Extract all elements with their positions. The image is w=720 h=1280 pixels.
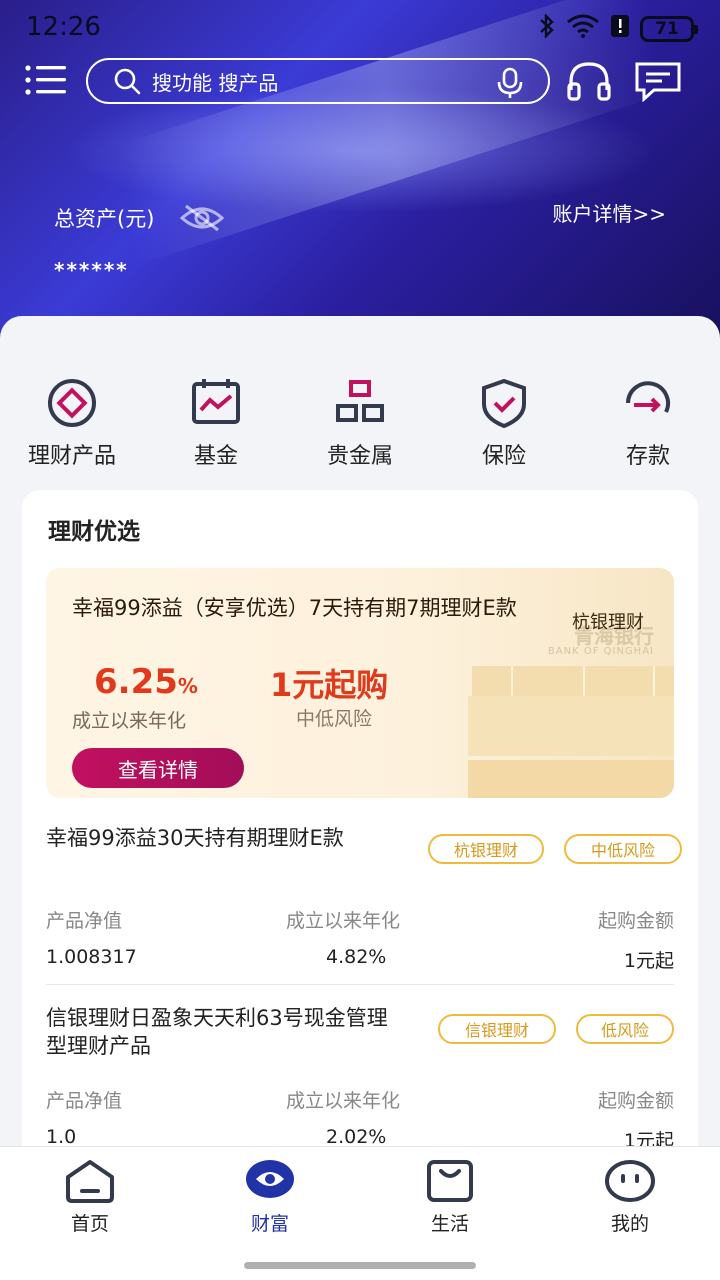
nav-wealth[interactable]: 财富 <box>210 1159 330 1236</box>
product-tag: 杭银理财 <box>428 834 544 864</box>
wealth-product-icon <box>48 379 96 427</box>
view-details-button[interactable]: 查看详情 <box>72 748 244 788</box>
search-placeholder: 搜功能 搜产品 <box>152 70 279 95</box>
product-item[interactable]: 幸福99添益30天持有期理财E款 杭银理财 中低风险 产品净值 成立以来年化 起… <box>46 824 682 994</box>
product-tag: 信银理财 <box>438 1014 556 1044</box>
top-bar: 搜功能 搜产品 <box>0 56 720 106</box>
nav-label: 我的 <box>610 1213 649 1235</box>
wealth-icon <box>246 1160 294 1198</box>
search-icon <box>114 68 141 95</box>
quick-link-deposit[interactable]: 存款 <box>576 378 720 478</box>
nav-label: 生活 <box>430 1213 469 1235</box>
column-head: 成立以来年化 <box>286 910 401 932</box>
assets-value: ****** <box>54 258 129 282</box>
wealth-picks-card: 理财优选 幸福99添益（安享优选）7天持有期7期理财E款 青海银行 BANK O… <box>22 490 698 1190</box>
nav-home[interactable]: 首页 <box>30 1159 150 1236</box>
life-bag-icon <box>427 1160 473 1202</box>
quick-link-wealth-product[interactable]: 理财产品 <box>0 378 144 478</box>
bank-watermark-sub: BANK OF QINGHAI <box>547 646 654 657</box>
total-assets-label: 总资产(元) <box>54 207 155 231</box>
microphone-icon[interactable] <box>496 67 524 99</box>
home-indicator[interactable] <box>244 1262 476 1269</box>
home-icon <box>66 1160 114 1203</box>
product-title: 幸福99添益30天持有期理财E款 <box>46 826 344 850</box>
nav-label: 首页 <box>70 1213 109 1235</box>
product-tag: 低风险 <box>576 1014 674 1044</box>
status-bar: 12:26 71 <box>0 0 720 56</box>
quick-link-precious-metal[interactable]: 贵金属 <box>288 378 432 478</box>
column-head: 起购金额 <box>597 1090 674 1112</box>
product-tag: 中低风险 <box>564 834 682 864</box>
wifi-icon <box>566 14 600 44</box>
alert-icon <box>610 14 630 44</box>
featured-risk: 中低风险 <box>296 708 373 730</box>
quick-link-label: 贵金属 <box>326 444 393 469</box>
featured-min-buy: 1元起购 <box>270 666 389 704</box>
wealth-sheet: 理财产品 基金 贵金属 保险 存款 理财优选 幸福99添益（安享优选）7天持有期… <box>0 316 720 1190</box>
total-assets: 总资产(元) <box>54 202 225 234</box>
quick-link-insurance[interactable]: 保险 <box>432 378 576 478</box>
fund-icon <box>192 379 240 424</box>
featured-product-name: 幸福99添益（安享优选）7天持有期7期理财E款 <box>72 596 517 620</box>
column-head: 成立以来年化 <box>286 1090 401 1112</box>
divider <box>46 984 674 985</box>
column-head: 产品净值 <box>46 1090 123 1112</box>
quick-link-label: 理财产品 <box>27 444 116 469</box>
bottom-navigation: 首页 财富 生活 我的 <box>0 1146 720 1280</box>
section-title: 理财优选 <box>48 519 140 545</box>
status-icons: 71 <box>538 13 698 44</box>
headset-icon[interactable] <box>566 60 612 102</box>
product-nav-value: 1.008317 <box>46 946 137 968</box>
quick-link-label: 存款 <box>625 444 670 469</box>
nav-life[interactable]: 生活 <box>390 1159 510 1236</box>
quick-link-fund[interactable]: 基金 <box>144 378 288 478</box>
message-icon[interactable] <box>634 60 682 102</box>
bluetooth-icon <box>538 13 556 44</box>
status-time: 12:26 <box>26 12 101 42</box>
product-title: 信银理财日盈象天天利63号现金管理型理财产品 <box>46 1006 388 1058</box>
product-nav-value: 1.0 <box>46 1126 77 1148</box>
featured-brand: 杭银理财 <box>572 612 644 633</box>
eye-hidden-icon[interactable] <box>180 202 225 234</box>
featured-product-banner[interactable]: 幸福99添益（安享优选）7天持有期7期理财E款 青海银行 BANK OF QIN… <box>46 568 674 798</box>
quick-link-label: 保险 <box>481 444 526 469</box>
deposit-icon <box>626 381 670 413</box>
product-annual-rate: 2.02% <box>326 1126 387 1148</box>
featured-rate-unit: % <box>177 674 198 698</box>
quick-links: 理财产品 基金 贵金属 保险 存款 <box>0 378 720 478</box>
account-detail-link[interactable]: 账户详情>> <box>552 198 666 227</box>
battery-icon: 71 <box>640 16 698 42</box>
product-min-amount: 1元起 <box>623 950 674 972</box>
featured-rate-value: 6.25 <box>94 662 178 702</box>
nav-profile[interactable]: 我的 <box>570 1159 690 1236</box>
search-input[interactable]: 搜功能 搜产品 <box>86 58 550 104</box>
gold-bars-illustration <box>468 666 674 798</box>
featured-rate-label: 成立以来年化 <box>72 710 187 732</box>
profile-face-icon <box>605 1160 655 1202</box>
quick-link-label: 基金 <box>193 444 238 469</box>
menu-icon[interactable] <box>24 62 68 98</box>
featured-rate: 6.25% <box>94 662 198 702</box>
column-head: 产品净值 <box>46 910 123 932</box>
nav-label: 财富 <box>250 1213 289 1235</box>
column-head: 起购金额 <box>597 910 674 932</box>
product-annual-rate: 4.82% <box>326 946 387 968</box>
insurance-icon <box>482 378 526 428</box>
precious-metal-icon <box>336 380 384 422</box>
